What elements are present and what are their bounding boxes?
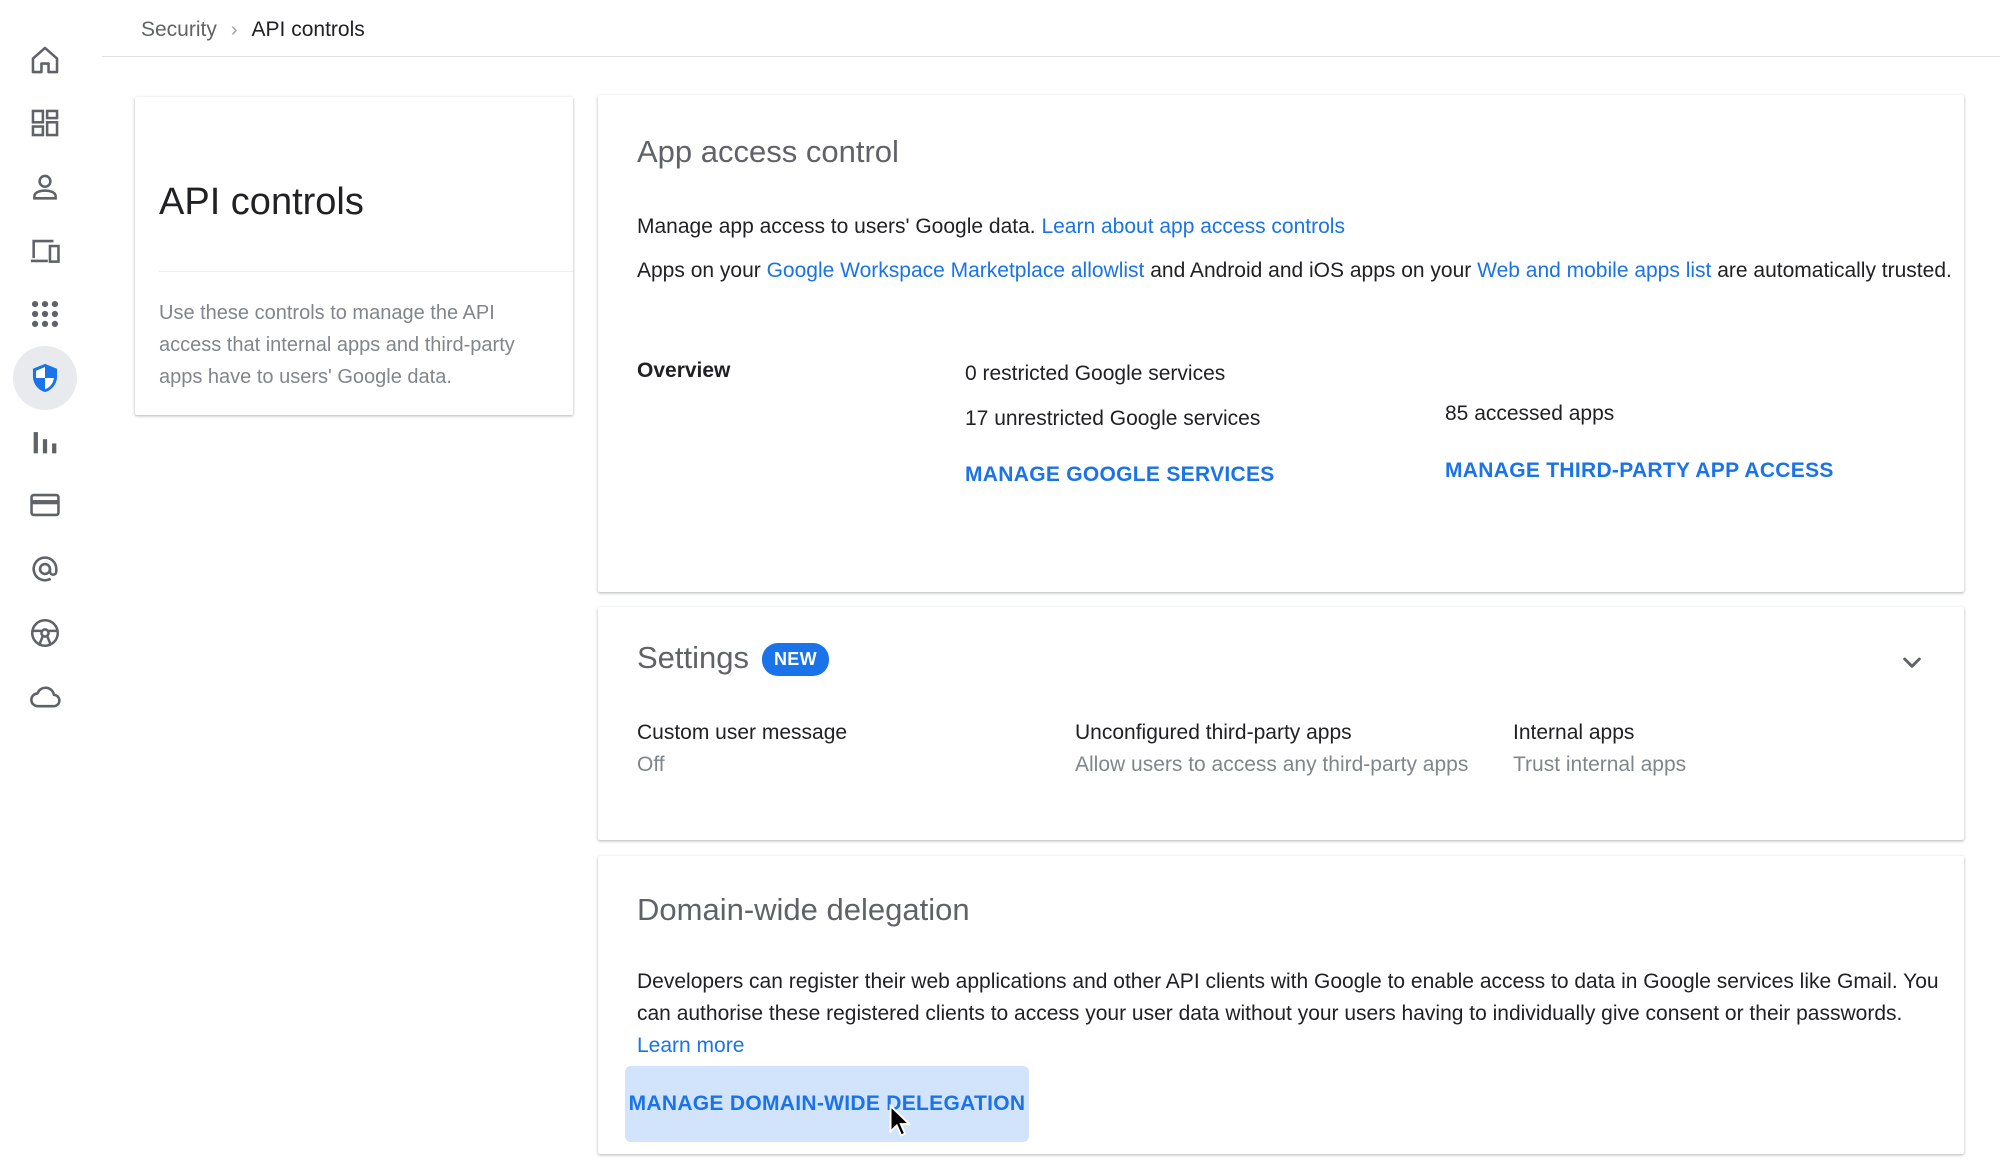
section-title-app-access: App access control (637, 134, 899, 169)
manage-domain-wide-delegation-button[interactable]: MANAGE DOMAIN-WIDE DELEGATION (625, 1066, 1029, 1142)
new-badge: NEW (762, 643, 829, 676)
security-shield-icon (32, 363, 58, 393)
delegation-text: Developers can register their web applic… (637, 970, 1939, 1025)
accessed-apps-count: 85 accessed apps (1445, 402, 1615, 425)
nav-rules[interactable] (13, 601, 77, 665)
breadcrumb-current: API controls (251, 18, 365, 41)
nav-reports[interactable] (13, 410, 77, 474)
divider (159, 271, 573, 272)
delegation-description: Developers can register their web applic… (637, 966, 1957, 1062)
manage-google-services-button[interactable]: MANAGE GOOGLE SERVICES (965, 463, 1275, 487)
manage-third-party-app-access-button[interactable]: MANAGE THIRD-PARTY APP ACCESS (1445, 459, 1834, 483)
unrestricted-services-count: 17 unrestricted Google services (965, 407, 1261, 430)
learn-more-link[interactable]: Learn more (637, 1034, 744, 1057)
unconfigured-apps-value: Allow users to access any third-party ap… (1075, 753, 1469, 776)
home-icon (31, 46, 59, 74)
app-access-intro: Manage app access to users' Google data. (637, 215, 1036, 238)
section-title-delegation: Domain-wide delegation (637, 892, 970, 927)
section-title-settings: Settings (637, 640, 750, 675)
user-icon (33, 174, 57, 200)
chevron-right-icon: › (230, 18, 238, 41)
app-access-description: Manage app access to users' Google data.… (637, 211, 1947, 243)
nav-devices[interactable] (13, 219, 77, 283)
dashboard-icon (31, 109, 59, 137)
trusted-text-a: Apps on your (637, 259, 761, 282)
breadcrumb-security-link[interactable]: Security (141, 18, 217, 42)
custom-user-message-value: Off (637, 753, 665, 776)
api-controls-info-card: API controls Use these controls to manag… (135, 97, 573, 415)
overview-label: Overview (637, 359, 731, 382)
nav-dashboard[interactable] (13, 91, 77, 155)
chevron-down-icon[interactable] (1896, 647, 1928, 679)
trusted-text-c: are automatically trusted. (1717, 259, 1952, 282)
devices-icon (30, 239, 60, 263)
internal-apps-value: Trust internal apps (1513, 753, 1687, 776)
settings-card: Settings NEW Custom user message Off Unc… (598, 607, 1964, 840)
nav-billing[interactable] (13, 473, 77, 537)
learn-about-app-access-link[interactable]: Learn about app access controls (1041, 215, 1345, 238)
domain-wide-delegation-card: Domain-wide delegation Developers can re… (598, 856, 1964, 1154)
page-title: API controls (159, 181, 364, 223)
page-description: Use these controls to manage the API acc… (159, 302, 515, 388)
billing-icon (30, 493, 60, 517)
restricted-services-count: 0 restricted Google services (965, 362, 1226, 385)
trusted-text-b: and Android and iOS apps on your (1150, 259, 1472, 282)
web-mobile-apps-list-link[interactable]: Web and mobile apps list (1477, 259, 1711, 282)
breadcrumb: Security › API controls (141, 12, 365, 48)
nav-apps[interactable] (13, 282, 77, 346)
marketplace-allowlist-link[interactable]: Google Workspace Marketplace allowlist (767, 259, 1145, 282)
internal-apps-label[interactable]: Internal apps (1513, 721, 1634, 745)
rules-icon (30, 618, 60, 648)
left-nav-rail (0, 0, 92, 1172)
account-at-icon (32, 556, 58, 582)
trusted-apps-description: Apps on your Google Workspace Marketplac… (637, 255, 1957, 287)
apps-grid-icon (31, 300, 59, 328)
header-divider (102, 56, 2000, 57)
nav-cloud[interactable] (13, 665, 77, 729)
reports-icon (33, 432, 57, 454)
unconfigured-apps-label[interactable]: Unconfigured third-party apps (1075, 721, 1352, 745)
nav-users[interactable] (13, 155, 77, 219)
app-access-control-card: App access control Manage app access to … (598, 95, 1964, 592)
custom-user-message-label[interactable]: Custom user message (637, 721, 847, 745)
nav-home[interactable] (13, 28, 77, 92)
cloud-icon (30, 686, 61, 708)
nav-security[interactable] (13, 346, 77, 410)
nav-account[interactable] (13, 537, 77, 601)
